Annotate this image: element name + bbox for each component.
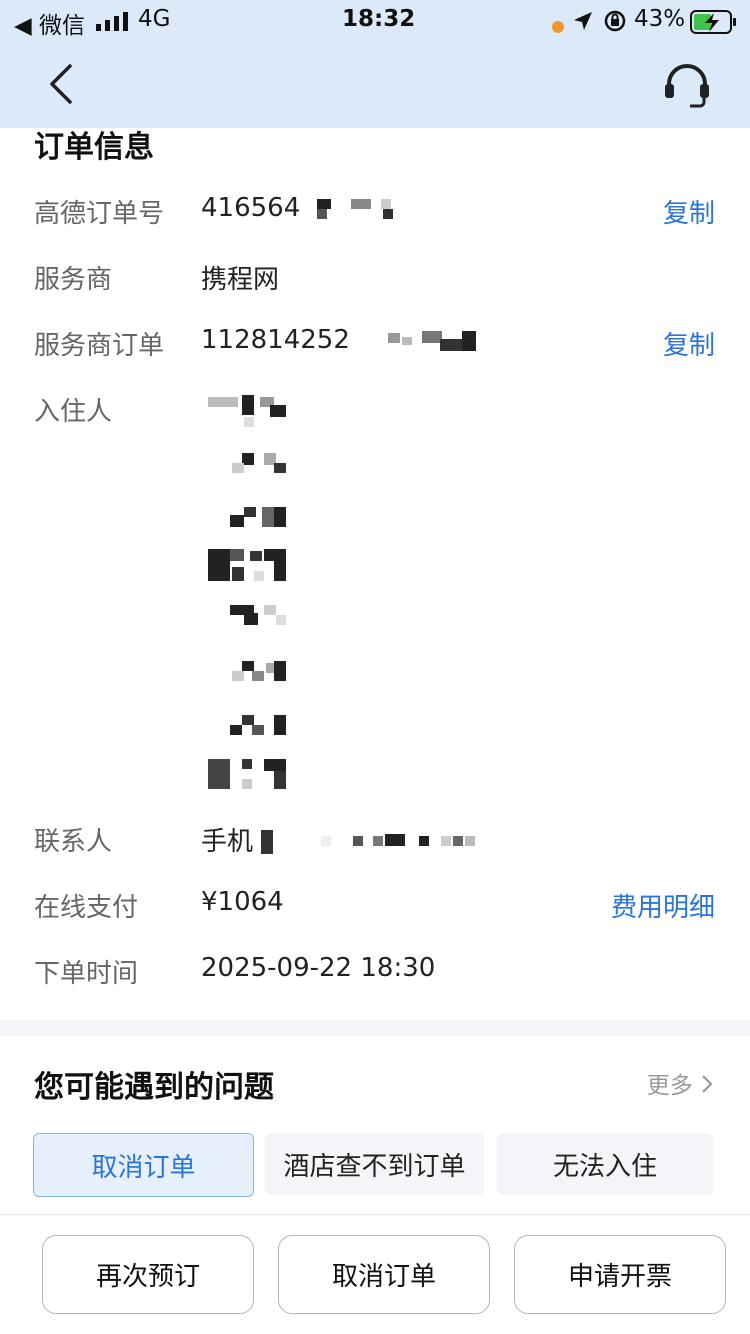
problems-title: 您可能遇到的问题 — [34, 1070, 274, 1105]
online-payment-label: 在线支付 — [34, 893, 139, 923]
provider-order-label: 服务商订单 — [34, 331, 165, 361]
customer-service-headset-icon[interactable] — [662, 60, 712, 110]
section-divider — [0, 1020, 750, 1036]
problem-chip-cancel-order[interactable]: 取消订单 — [33, 1133, 254, 1197]
redacted-mosaic — [261, 828, 481, 858]
order-time-value: 2025-09-22 18:30 — [201, 953, 436, 983]
fee-details-link[interactable]: 费用明细 — [611, 887, 715, 924]
redacted-mosaic — [358, 329, 488, 353]
clock: 18:32 — [342, 6, 416, 32]
copy-amap-order-button[interactable]: 复制 — [663, 193, 715, 230]
cancel-order-button[interactable]: 取消订单 — [278, 1235, 490, 1314]
book-again-button[interactable]: 再次预订 — [42, 1235, 254, 1314]
status-bar: ◀ 微信 4G 18:32 43% — [0, 0, 750, 44]
recording-dot-icon — [551, 14, 565, 40]
battery-charging-icon — [690, 9, 738, 41]
amap-order-number-label: 高德订单号 — [34, 199, 165, 229]
redacted-mosaic — [309, 197, 399, 221]
order-info-title: 订单信息 — [34, 130, 154, 165]
rotation-lock-icon — [603, 9, 627, 39]
location-icon — [572, 10, 594, 38]
provider-order-text: 112814252 — [201, 325, 350, 355]
more-label: 更多 — [646, 1073, 693, 1099]
back-to-app[interactable]: ◀ 微信 — [14, 6, 85, 40]
more-link[interactable]: 更多 — [647, 1066, 714, 1101]
amap-order-number-value: 416564 — [201, 193, 399, 223]
contact-text: 手机 — [201, 827, 254, 857]
contact-label: 联系人 — [34, 827, 113, 857]
order-time-label: 下单时间 — [34, 959, 139, 989]
network-type: 4G — [138, 6, 171, 32]
provider-value: 携程网 — [201, 265, 280, 295]
provider-order-value: 112814252 — [201, 325, 488, 355]
request-invoice-button[interactable]: 申请开票 — [514, 1235, 726, 1314]
problem-chip-cannot-check-in[interactable]: 无法入住 — [497, 1133, 713, 1195]
signal-icon — [96, 11, 132, 37]
bottom-bar-divider — [0, 1214, 750, 1215]
copy-provider-order-button[interactable]: 复制 — [663, 325, 715, 362]
battery-percent: 43% — [634, 6, 686, 32]
guest-list-redacted — [208, 395, 288, 795]
provider-label: 服务商 — [34, 265, 113, 295]
problem-chip-hotel-no-order[interactable]: 酒店查不到订单 — [265, 1133, 484, 1195]
guest-label: 入住人 — [34, 397, 113, 427]
chevron-right-icon — [700, 1073, 714, 1101]
contact-value: 手机 — [201, 821, 481, 858]
online-payment-value: ¥1064 — [201, 887, 284, 917]
back-chevron-icon[interactable] — [40, 62, 84, 106]
amap-order-number-text: 416564 — [201, 193, 301, 223]
nav-bar — [0, 44, 750, 128]
